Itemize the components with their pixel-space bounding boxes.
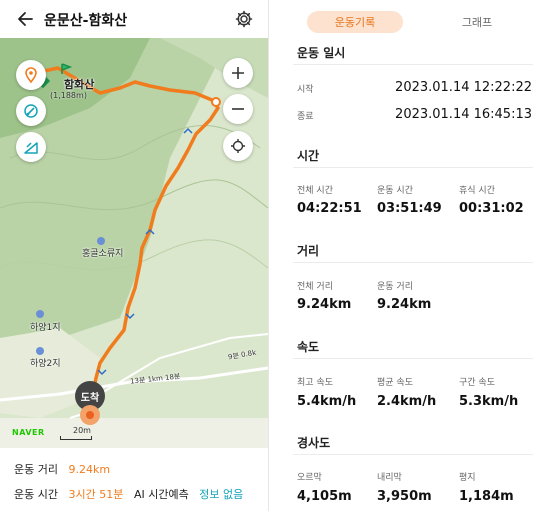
distance-label: 운동 거리 <box>14 463 58 476</box>
downhill-label: 내리막 <box>377 473 402 483</box>
uphill-value: 4,105m <box>297 489 352 504</box>
divider <box>293 262 533 263</box>
crosshair-icon <box>231 139 245 153</box>
compass-route-icon <box>24 104 38 118</box>
zoom-out-button[interactable] <box>223 94 253 124</box>
summary-card: 운동 거리 9.24km 운동 시간 3시간 51분 AI 시간예측 정보 없음 <box>0 448 268 511</box>
peak-name: 함화산 <box>64 78 95 91</box>
place-label-shelter: 홍골소류지 <box>82 249 124 259</box>
map-scale-bar <box>60 436 92 440</box>
plus-icon <box>232 67 244 79</box>
zoom-in-button[interactable] <box>223 58 253 88</box>
ai-prediction: AI 시간예측 정보 없음 <box>134 486 243 502</box>
distance-summary: 운동 거리 9.24km <box>14 461 110 477</box>
tab-bar: 운동기록 그래프 <box>269 0 546 40</box>
max-speed-value: 5.4km/h <box>297 394 357 409</box>
ai-label: AI 시간예측 <box>134 488 189 501</box>
flat-value: 1,184m <box>459 489 514 504</box>
map-title: 운문산-함화산 <box>44 13 128 29</box>
avg-speed-value: 2.4km/h <box>377 394 437 409</box>
section-title-slope: 경사도 <box>297 436 331 450</box>
time-value: 3시간 51분 <box>68 488 124 501</box>
divider <box>293 454 533 455</box>
section-title-distance: 거리 <box>297 244 320 258</box>
section-title-speed: 속도 <box>297 340 320 354</box>
total-distance-label: 전체 거리 <box>297 282 333 292</box>
flat-label: 평지 <box>459 473 476 483</box>
place-label-hayang1: 하양1지 <box>30 323 61 333</box>
rest-time-value: 00:31:02 <box>459 201 524 216</box>
total-time-value: 04:22:51 <box>297 201 362 216</box>
end-value: 2023.01.14 16:45:13 <box>395 107 532 122</box>
ai-value[interactable]: 정보 없음 <box>199 488 243 501</box>
max-speed-label: 최고 속도 <box>297 378 333 388</box>
divider <box>293 64 533 65</box>
start-label: 시작 <box>297 85 314 95</box>
map-panel: 운문산-함화산 함화산 (1,188m) 홍골소류지 하양1지 하양2지 13분… <box>0 0 268 511</box>
time-summary: 운동 시간 3시간 51분 <box>14 486 123 502</box>
downhill-value: 3,950m <box>377 489 432 504</box>
uphill-label: 오르막 <box>297 473 322 483</box>
tab-record[interactable]: 운동기록 <box>307 11 403 33</box>
section-title-datetime: 운동 일시 <box>297 46 346 60</box>
total-distance-value: 9.24km <box>297 297 352 312</box>
arrival-location-dot <box>80 405 100 425</box>
map-view[interactable]: 함화산 (1,188m) 홍골소류지 하양1지 하양2지 13분 1km 18분… <box>0 38 268 448</box>
place-label-hayang2: 하양2지 <box>30 359 61 369</box>
active-time-label: 운동 시간 <box>377 186 413 196</box>
back-arrow-icon[interactable] <box>16 9 36 29</box>
location-pin-icon <box>25 67 37 83</box>
divider <box>293 167 533 168</box>
total-time-label: 전체 시간 <box>297 186 333 196</box>
tab-graph[interactable]: 그래프 <box>445 11 509 33</box>
active-time-value: 03:51:49 <box>377 201 442 216</box>
minus-icon <box>232 108 244 110</box>
start-value: 2023.01.14 12:22:22 <box>395 80 532 95</box>
gear-icon[interactable] <box>234 9 254 29</box>
my-location-button[interactable] <box>223 131 253 161</box>
avg-speed-label: 평균 속도 <box>377 378 413 388</box>
time-label: 운동 시간 <box>14 488 58 501</box>
map-provider-logo: NAVER <box>12 428 45 437</box>
peak-elevation: (1,188m) <box>50 91 87 100</box>
active-distance-value: 9.24km <box>377 297 432 312</box>
hiking-slope-icon <box>24 142 38 154</box>
location-pin-button[interactable] <box>16 60 46 90</box>
end-label: 종료 <box>297 112 314 122</box>
map-header: 운문산-함화산 <box>0 0 268 38</box>
rest-time-label: 휴식 시간 <box>459 186 495 196</box>
section-title-time: 시간 <box>297 149 320 163</box>
map-scale-label: 20m <box>73 426 91 435</box>
distance-value: 9.24km <box>68 463 111 476</box>
route-tool-button[interactable] <box>16 96 46 126</box>
section-speed-label: 구간 속도 <box>459 378 495 388</box>
divider <box>293 358 533 359</box>
active-distance-label: 운동 거리 <box>377 282 413 292</box>
section-speed-value: 5.3km/h <box>459 394 519 409</box>
record-panel: 운동기록 그래프 운동 일시 시작 2023.01.14 12:22:22 종료… <box>268 0 546 511</box>
slope-tool-button[interactable] <box>16 132 46 162</box>
